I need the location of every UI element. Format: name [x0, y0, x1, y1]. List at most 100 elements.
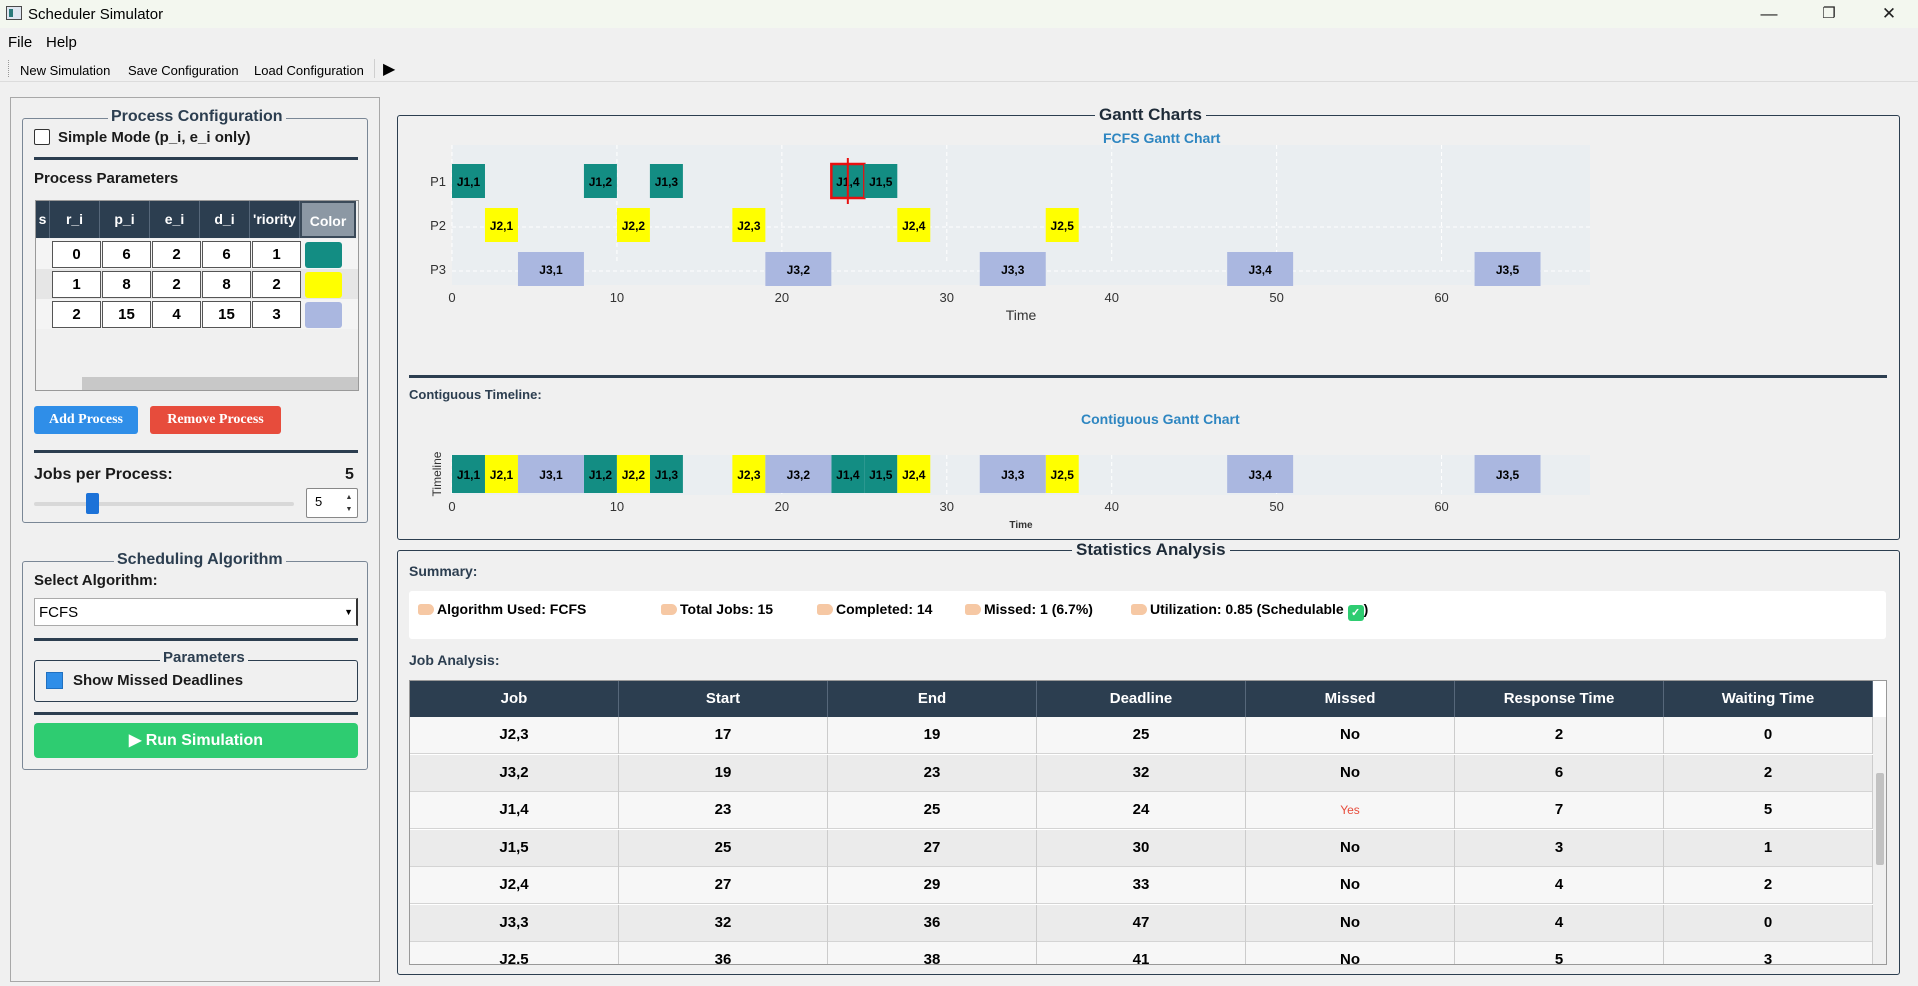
color-swatch-p3[interactable] — [305, 302, 342, 328]
remove-process-button[interactable]: Remove Process — [150, 406, 281, 434]
simple-mode-checkbox[interactable] — [34, 129, 50, 145]
table-cell: 4 — [1455, 904, 1664, 942]
menu-file[interactable]: File — [8, 34, 32, 51]
table-cell: No — [1246, 942, 1455, 964]
cell-d[interactable]: 6 — [202, 241, 251, 268]
cell-r[interactable]: 2 — [52, 301, 101, 328]
close-button[interactable]: ✕ — [1866, 0, 1912, 28]
x-tick-label: 20 — [775, 499, 789, 514]
cell-r[interactable]: 0 — [52, 241, 101, 268]
cell-e[interactable]: 2 — [152, 271, 201, 298]
table-cell: 32 — [1037, 754, 1246, 792]
cell-p[interactable]: 6 — [102, 241, 151, 268]
table-cell: J1,4 — [410, 792, 619, 829]
col-header-priority[interactable]: 'riority — [250, 201, 300, 238]
restore-button[interactable]: ❐ — [1806, 0, 1852, 28]
summary-box: Algorithm Used: FCFS Total Jobs: 15 Comp… — [409, 591, 1886, 639]
col-header-response-time[interactable]: Response Time — [1455, 681, 1664, 717]
algorithm-used-text: Algorithm Used: FCFS — [437, 601, 587, 617]
cell-e[interactable]: 4 — [152, 301, 201, 328]
toolbar-separator — [374, 59, 375, 78]
algorithm-select[interactable]: FCFS ▼ — [34, 598, 358, 626]
col-header-waiting-time[interactable]: Waiting Time — [1664, 681, 1873, 717]
cell-r[interactable]: 1 — [52, 271, 101, 298]
new-simulation-button[interactable]: New Simulation — [20, 63, 110, 78]
completed-stat: Completed: 14 — [817, 601, 932, 617]
col-header-color[interactable]: Color — [300, 201, 356, 238]
cell-p[interactable]: 15 — [102, 301, 151, 328]
bar-label: J1,3 — [655, 468, 679, 482]
vertical-scrollbar-thumb[interactable] — [1876, 773, 1884, 865]
completed-text: Completed: 14 — [836, 601, 933, 617]
table-cell: 5 — [1455, 942, 1664, 964]
table-row: J3,2 19 23 32 No 6 2 — [410, 754, 1873, 792]
table-cell: 2 — [1664, 754, 1873, 792]
col-header-d[interactable]: d_i — [200, 201, 250, 238]
table-cell: J3,3 — [410, 904, 619, 942]
process-configuration-title: Process Configuration — [108, 108, 286, 126]
cell-priority[interactable]: 1 — [252, 241, 301, 268]
col-header-deadline[interactable]: Deadline — [1037, 681, 1246, 717]
x-tick-label: 10 — [610, 499, 624, 514]
jobs-slider-track[interactable] — [34, 502, 294, 506]
spin-down-icon[interactable]: ▼ — [343, 504, 355, 516]
jobs-spinbox[interactable]: 5 ▲ ▼ — [306, 488, 358, 518]
load-configuration-button[interactable]: Load Configuration — [254, 63, 364, 78]
scheduling-algorithm-title: Scheduling Algorithm — [114, 551, 286, 569]
bar-label: J1,1 — [457, 175, 481, 189]
col-header-e[interactable]: e_i — [150, 201, 200, 238]
table-cell: Yes — [1246, 792, 1455, 829]
x-tick-label: 0 — [448, 499, 455, 514]
col-header-s[interactable]: s — [36, 201, 50, 238]
cell-p[interactable]: 8 — [102, 271, 151, 298]
minimize-button[interactable]: — — [1746, 0, 1792, 28]
utilization-stat: Utilization: 0.85 (Schedulable ✓) — [1131, 601, 1368, 621]
col-header-start[interactable]: Start — [619, 681, 828, 717]
parameters-title: Parameters — [160, 649, 248, 666]
save-configuration-button[interactable]: Save Configuration — [128, 63, 239, 78]
table-row: J2,3 17 19 25 No 2 0 — [410, 717, 1873, 754]
spin-up-icon[interactable]: ▲ — [343, 492, 355, 504]
col-header-job[interactable]: Job — [410, 681, 619, 717]
col-header-p[interactable]: p_i — [100, 201, 150, 238]
statistics-title: Statistics Analysis — [1072, 540, 1230, 560]
job-analysis-label: Job Analysis: — [409, 652, 500, 668]
table-cell: 3 — [1455, 829, 1664, 867]
cell-d[interactable]: 15 — [202, 301, 251, 328]
add-process-button[interactable]: Add Process — [34, 406, 138, 434]
table-cell: 0 — [1664, 904, 1873, 942]
bar-label: J3,5 — [1496, 468, 1520, 482]
show-missed-checkbox[interactable] — [46, 672, 63, 689]
col-header-end[interactable]: End — [828, 681, 1037, 717]
table-cell: 3 — [1664, 942, 1873, 964]
table-cell: 27 — [619, 867, 828, 904]
cell-d[interactable]: 8 — [202, 271, 251, 298]
horizontal-scrollbar[interactable] — [82, 377, 358, 390]
table-row: J2,5 36 38 41 No 5 3 — [410, 942, 1873, 964]
bar-label: J3,5 — [1496, 263, 1520, 277]
menu-help[interactable]: Help — [46, 34, 77, 51]
table-cell: 1 — [1664, 829, 1873, 867]
cell-priority[interactable]: 2 — [252, 271, 301, 298]
table-cell: 2 — [1664, 867, 1873, 904]
color-swatch-p1[interactable] — [305, 242, 342, 268]
col-header-r[interactable]: r_i — [50, 201, 100, 238]
table-cell: 25 — [828, 792, 1037, 829]
table-cell: 25 — [619, 829, 828, 867]
play-icon[interactable]: ▶ — [383, 59, 395, 79]
bar-label: J1,1 — [457, 468, 481, 482]
x-tick-label: 50 — [1269, 290, 1283, 305]
cell-e[interactable]: 2 — [152, 241, 201, 268]
jobs-slider-handle[interactable] — [86, 493, 99, 514]
color-swatch-p2[interactable] — [305, 272, 342, 298]
app-window: Scheduler Simulator — ❐ ✕ File Help New … — [0, 0, 1918, 986]
table-cell: 38 — [828, 942, 1037, 964]
total-jobs-text: Total Jobs: 15 — [680, 601, 774, 617]
divider — [34, 638, 358, 641]
bar-label: J2,5 — [1051, 219, 1075, 233]
x-tick-label: 50 — [1269, 499, 1283, 514]
cell-priority[interactable]: 3 — [252, 301, 301, 328]
run-simulation-button[interactable]: ▶ Run Simulation — [34, 723, 358, 758]
statistics-frame: Statistics Analysis Summary: Algorithm U… — [397, 540, 1900, 975]
col-header-missed[interactable]: Missed — [1246, 681, 1455, 717]
